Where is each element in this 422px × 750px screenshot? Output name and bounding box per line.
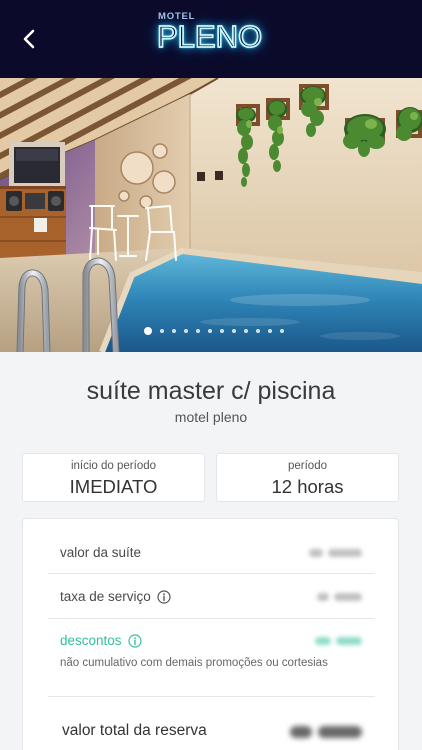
carousel-dot[interactable] (280, 329, 284, 333)
period-duration-value: 12 horas (271, 476, 344, 497)
suite-photo-carousel[interactable] (0, 78, 422, 352)
divider (48, 618, 375, 619)
carousel-pagination (144, 327, 284, 335)
back-button[interactable] (16, 24, 42, 54)
carousel-dot[interactable] (160, 329, 164, 333)
suite-detail-screen: MOTEL PLENO suíte master c/ piscina mote… (0, 0, 422, 750)
carousel-dot[interactable] (268, 329, 272, 333)
period-start-value: IMEDIATO (69, 476, 158, 497)
service-fee-row: taxa de serviço (60, 587, 171, 607)
period-duration-box[interactable]: período 12 horas (216, 453, 399, 502)
carousel-dot[interactable] (208, 329, 212, 333)
divider (48, 696, 375, 697)
discounts-info-icon[interactable] (127, 634, 142, 648)
carousel-dot[interactable] (196, 329, 200, 333)
total-label: valor total da reserva (62, 722, 207, 739)
carousel-dot[interactable] (220, 329, 224, 333)
discounts-value-blurred (315, 631, 362, 651)
carousel-dot[interactable] (256, 329, 260, 333)
carousel-dot[interactable] (244, 329, 248, 333)
carousel-dot[interactable] (172, 329, 176, 333)
motel-name: motel pleno (174, 409, 248, 425)
logo-main-text: PLENO (156, 19, 263, 54)
carousel-dot[interactable] (184, 329, 188, 333)
chevron-left-icon (23, 29, 35, 49)
suite-title: suíte master c/ piscina (86, 377, 336, 405)
discounts-note: não cumulativo com demais promoções ou c… (60, 657, 328, 669)
period-duration-label: período (287, 460, 327, 472)
app-header: MOTEL PLENO (0, 0, 422, 78)
period-start-box[interactable]: início do período IMEDIATO (22, 453, 205, 502)
suite-photo (0, 78, 422, 352)
service-fee-info-icon[interactable] (157, 590, 171, 604)
suite-value-row: valor da suíte (60, 543, 141, 563)
service-fee-value-blurred (317, 587, 362, 607)
suite-value-label: valor da suíte (60, 545, 142, 560)
period-start-label: início do período (70, 460, 157, 472)
discounts-row: descontos (60, 631, 142, 651)
discounts-label: descontos (60, 633, 122, 648)
service-fee-label: taxa de serviço (60, 589, 151, 604)
carousel-dot[interactable] (232, 329, 236, 333)
tv (9, 142, 65, 188)
total-value-blurred (290, 721, 362, 743)
price-summary-card: valor da suíte taxa de serviço descontos… (22, 518, 399, 750)
carousel-dot-active[interactable] (144, 327, 152, 335)
suite-value-blurred (309, 543, 362, 563)
divider (48, 573, 375, 574)
motel-logo: MOTEL PLENO (156, 0, 267, 78)
